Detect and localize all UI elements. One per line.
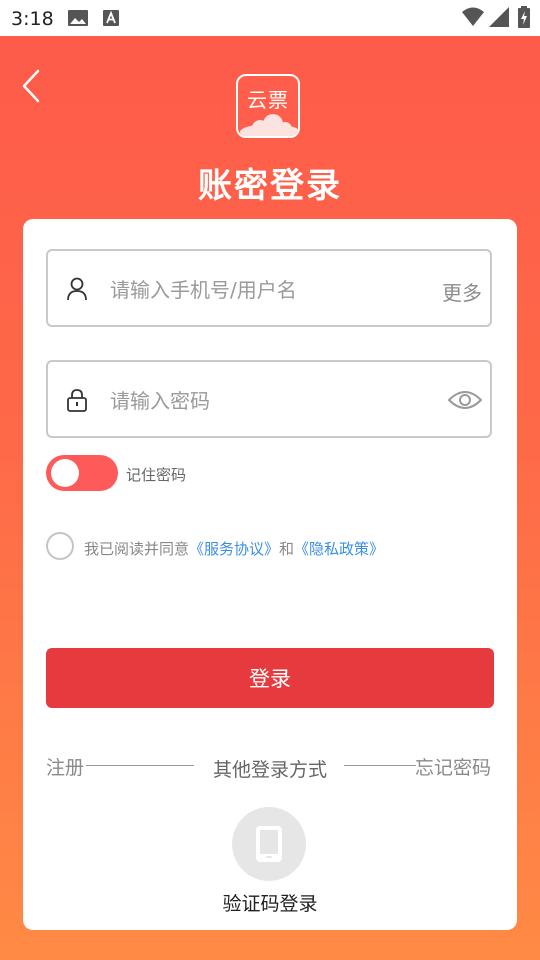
agreement-and: 和 [279, 540, 295, 558]
phone-icon [256, 826, 282, 862]
privacy-policy-link[interactable]: 《隐私政策》 [294, 540, 384, 558]
login-button[interactable]: 登录 [46, 648, 494, 708]
sms-login-button[interactable] [232, 807, 306, 881]
agreement-prefix: 我已阅读并同意 [84, 540, 190, 558]
remember-password-toggle[interactable] [46, 455, 118, 491]
forgot-password-link[interactable]: 忘记密码 [415, 753, 491, 780]
login-card: 更多 记住密码 我已阅读并同意《服务协议》和《隐私政策》 登录 注册 其他登录方… [23, 219, 517, 930]
sms-login-label[interactable]: 验证码登录 [23, 889, 517, 916]
lock-icon [66, 388, 88, 416]
app-logo: 云票 [236, 74, 300, 138]
username-field[interactable]: 更多 [46, 249, 492, 327]
status-time: 3:18 [11, 8, 54, 30]
divider-right [344, 765, 416, 766]
toggle-knob [51, 459, 79, 487]
service-agreement-link[interactable]: 《服务协议》 [189, 540, 279, 558]
image-icon [68, 10, 88, 30]
agreement-checkbox[interactable] [46, 532, 74, 560]
back-button[interactable] [18, 68, 48, 104]
page-title: 账密登录 [198, 166, 342, 206]
eye-icon[interactable] [447, 389, 483, 415]
username-input[interactable] [108, 271, 412, 309]
wifi-icon [462, 7, 484, 31]
chevron-left-icon [22, 69, 40, 103]
agreement-text: 我已阅读并同意《服务协议》和《隐私政策》 [84, 538, 384, 559]
remember-password-label: 记住密码 [126, 466, 187, 484]
font-icon [103, 10, 119, 30]
user-icon [66, 277, 88, 305]
more-accounts-button[interactable]: 更多 [442, 277, 482, 306]
cloud-icon [240, 114, 298, 136]
status-bar: 3:18 [0, 0, 540, 36]
password-field[interactable] [46, 360, 492, 438]
battery-charging-icon [518, 6, 530, 32]
password-input[interactable] [108, 382, 412, 420]
signal-icon [489, 7, 509, 31]
